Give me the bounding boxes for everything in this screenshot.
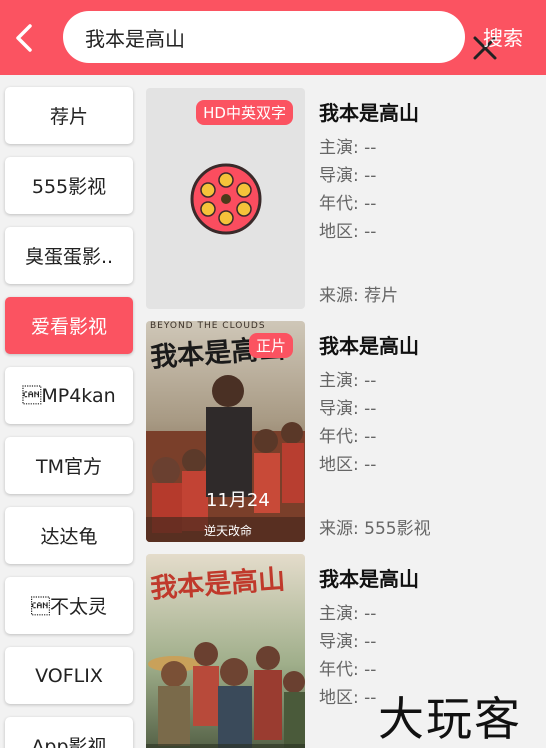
results-list: HD中英双字 我本是高山 主演: -- 导演: -- 年代: -- 地区: --…	[146, 88, 546, 748]
region-label: 地区:	[319, 455, 359, 475]
actors-row: 主演: --	[319, 133, 376, 158]
sidebar-item-app[interactable]: App影视	[5, 717, 133, 748]
search-box[interactable]	[63, 11, 497, 63]
actors-row: 主演: --	[319, 599, 376, 624]
source-value: 荐片	[364, 286, 399, 306]
director-label: 导演:	[319, 166, 359, 186]
source-row: 来源: 555影视	[319, 514, 431, 539]
top-bar: 搜索	[0, 0, 546, 75]
sidebar-item-dadagui[interactable]: 达达龟	[5, 507, 133, 564]
result-title: 我本是高山	[319, 334, 419, 358]
actors-value: --	[364, 371, 377, 391]
sidebar-item-butailing[interactable]: 不太灵	[5, 577, 133, 634]
sidebar-item-voflix[interactable]: VOFLIX	[5, 647, 133, 704]
region-label: 地区:	[319, 688, 359, 708]
year-row: 年代: --	[319, 422, 376, 447]
sidebar-item-mp4kan[interactable]: MP4kan	[5, 367, 133, 424]
director-row: 导演: --	[319, 161, 376, 186]
actors-value: --	[364, 604, 377, 624]
poster-slogan-text: 逆天改命	[204, 524, 253, 538]
source-sidebar: 荐片 555影视 臭蛋蛋影.. 爱看影视 MP4kan TM官方 达达龟 不…	[0, 75, 140, 748]
director-row: 导演: --	[319, 627, 376, 652]
actors-label: 主演:	[319, 371, 359, 391]
region-value: --	[364, 455, 377, 475]
sidebar-item-aikan[interactable]: 爱看影视	[5, 297, 133, 354]
year-label: 年代:	[319, 194, 359, 214]
region-row: 地区: --	[319, 450, 376, 475]
actors-value: --	[364, 138, 377, 158]
source-row: 来源: 荐片	[319, 281, 398, 306]
director-row: 导演: --	[319, 394, 376, 419]
region-value: --	[364, 688, 377, 708]
result-title: 我本是高山	[319, 101, 419, 125]
movie-poster: 我本是高山	[146, 554, 305, 748]
back-icon[interactable]	[10, 20, 42, 56]
director-value: --	[364, 632, 377, 652]
region-row: 地区: --	[319, 217, 376, 242]
actors-label: 主演:	[319, 604, 359, 624]
search-input[interactable]	[85, 19, 405, 55]
region-label: 地区:	[319, 222, 359, 242]
year-row: 年代: --	[319, 189, 376, 214]
year-label: 年代:	[319, 660, 359, 680]
sidebar-item-tm[interactable]: TM官方	[5, 437, 133, 494]
source-label: 来源:	[319, 286, 359, 306]
year-label: 年代:	[319, 427, 359, 447]
search-button[interactable]: 搜索	[483, 22, 523, 51]
year-value: --	[364, 660, 377, 680]
director-label: 导演:	[319, 399, 359, 419]
region-value: --	[364, 222, 377, 242]
year-value: --	[364, 194, 377, 214]
region-row: 地区: --	[319, 683, 376, 708]
result-title: 我本是高山	[319, 567, 419, 591]
year-value: --	[364, 427, 377, 447]
director-label: 导演:	[319, 632, 359, 652]
result-card[interactable]: HD中英双字 我本是高山 主演: -- 导演: -- 年代: -- 地区: --…	[146, 88, 546, 309]
director-value: --	[364, 399, 377, 419]
actors-label: 主演:	[319, 138, 359, 158]
poster-placeholder: HD中英双字	[146, 88, 305, 309]
year-row: 年代: --	[319, 655, 376, 680]
director-value: --	[364, 166, 377, 186]
sidebar-item-555[interactable]: 555影视	[5, 157, 133, 214]
film-reel-icon	[190, 163, 262, 235]
sidebar-item-choudandan[interactable]: 臭蛋蛋影..	[5, 227, 133, 284]
source-value: 555影视	[364, 519, 431, 539]
watermark-logo: 大玩客	[378, 692, 522, 746]
sidebar-item-jianpian[interactable]: 荐片	[5, 87, 133, 144]
actors-row: 主演: --	[319, 366, 376, 391]
result-card[interactable]: BEYOND THE CLOUDS 我本是高山 11月24 逆天改命 正片 我本…	[146, 321, 546, 542]
movie-poster: BEYOND THE CLOUDS 我本是高山 11月24 逆天改命 正片	[146, 321, 305, 542]
source-label: 来源:	[319, 519, 359, 539]
poster-date-text: 11月24	[206, 490, 270, 511]
quality-badge: 正片	[248, 333, 293, 358]
